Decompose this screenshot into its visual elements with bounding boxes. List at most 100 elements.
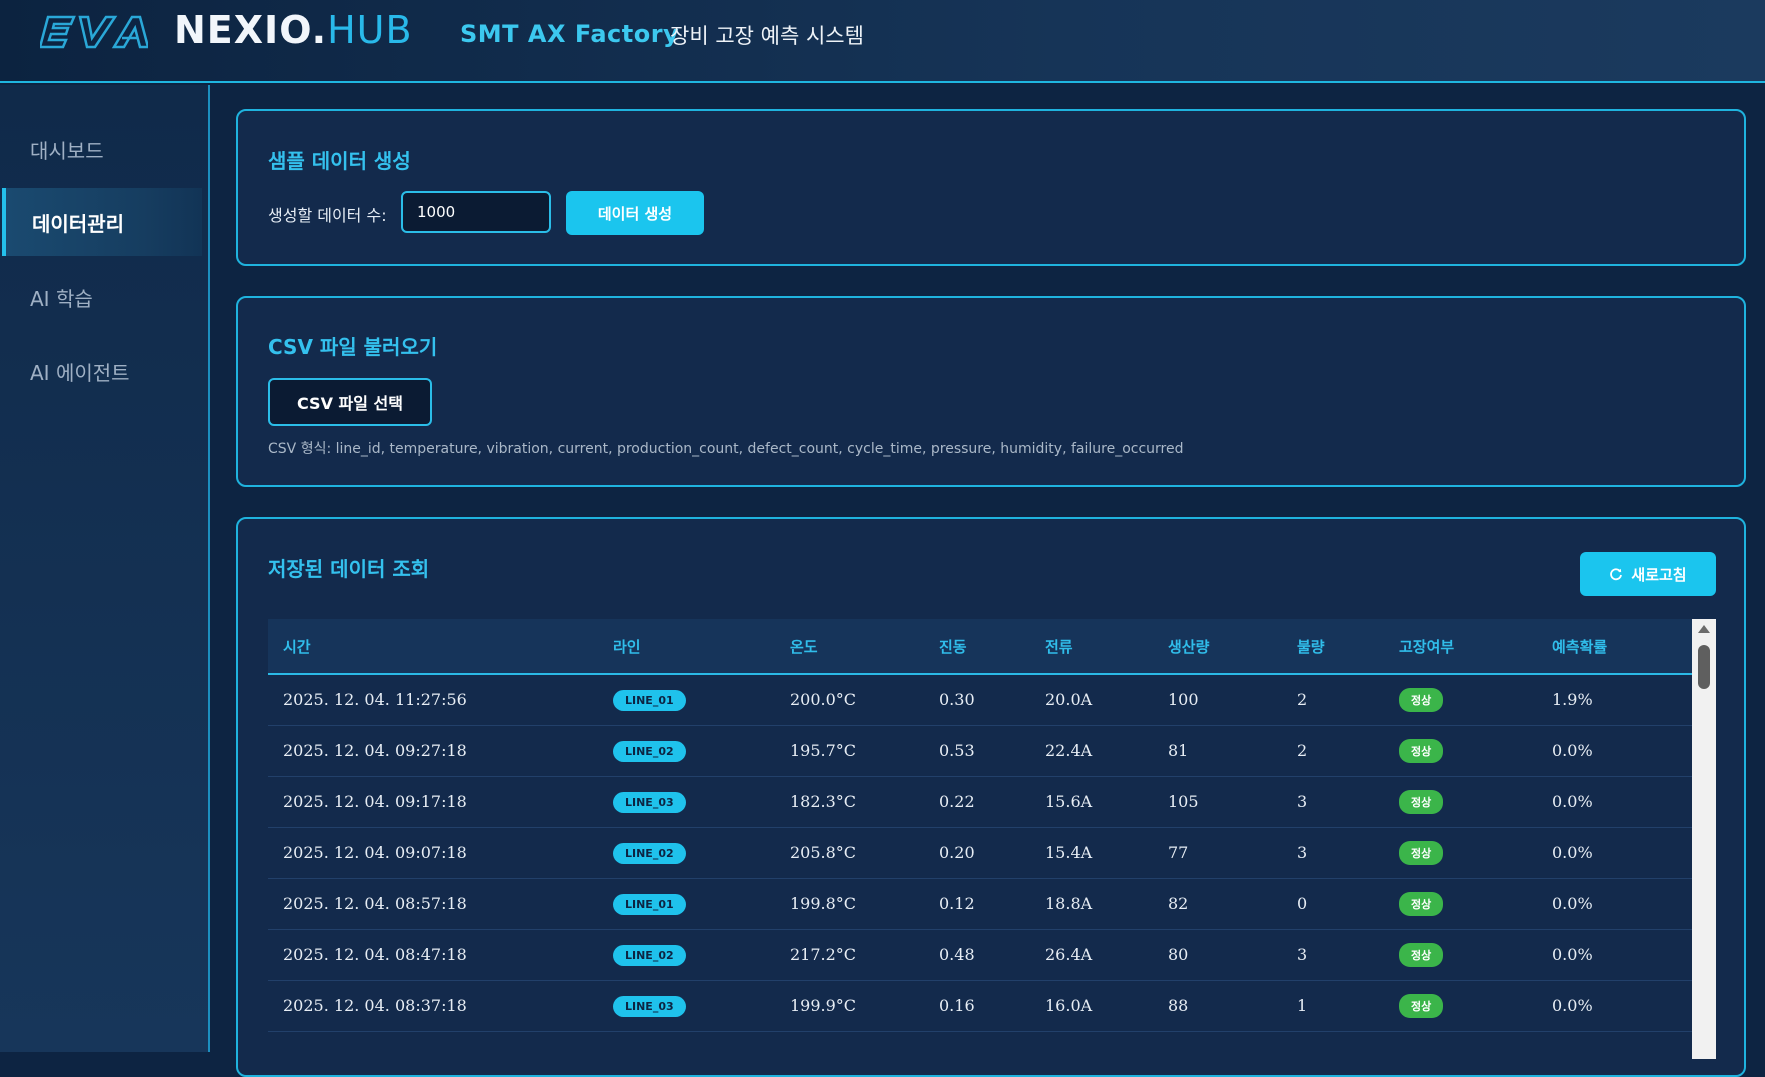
- cell-production: 100: [1153, 674, 1282, 726]
- sidebar: 대시보드 데이터관리 AI 학습 AI 에이전트: [0, 85, 210, 1052]
- cell-temperature: 182.3°C: [775, 776, 924, 828]
- stored-data-title: 저장된 데이터 조회: [268, 557, 430, 581]
- line-badge: LINE_03: [613, 995, 686, 1017]
- csv-format-hint: CSV 형식: line_id, temperature, vibration,…: [268, 441, 1184, 457]
- status-badge: 정상: [1399, 687, 1444, 712]
- cell-failure: 정상: [1384, 776, 1537, 828]
- column-header-current[interactable]: 전류: [1030, 619, 1153, 675]
- sidebar-item-ai-agent[interactable]: AI 에이전트: [0, 337, 206, 405]
- table-row[interactable]: 2025. 12. 04. 08:37:18 LINE_03 199.9°C 0…: [268, 980, 1692, 1032]
- count-input[interactable]: [401, 191, 551, 233]
- table-row[interactable]: 2025. 12. 04. 09:27:18 LINE_02 195.7°C 0…: [268, 725, 1692, 777]
- sidebar-item-data-management[interactable]: 데이터관리: [2, 188, 202, 256]
- status-badge: 정상: [1399, 993, 1444, 1018]
- column-header-line[interactable]: 라인: [598, 619, 775, 675]
- csv-select-button[interactable]: CSV 파일 선택: [268, 378, 432, 426]
- cell-defect: 2: [1282, 674, 1384, 726]
- cell-current: 18.8A: [1030, 878, 1153, 930]
- cell-failure: 정상: [1384, 929, 1537, 981]
- line-badge: LINE_02: [613, 740, 686, 762]
- cell-current: 22.4A: [1030, 725, 1153, 777]
- data-table: 시간 라인 온도 진동 전류 생산량 불량 고장여부 예측확률 2025. 12…: [268, 619, 1692, 1032]
- table-row[interactable]: 2025. 12. 04. 11:27:56 LINE_01 200.0°C 0…: [268, 674, 1692, 726]
- csv-import-title: CSV 파일 불러오기: [268, 335, 438, 359]
- sample-data-card: 샘플 데이터 생성 생성할 데이터 수: 데이터 생성: [236, 109, 1746, 266]
- status-badge: 정상: [1399, 738, 1444, 763]
- cell-temperature: 199.9°C: [775, 980, 924, 1032]
- factory-name: SMT AX Factory: [460, 20, 680, 48]
- table-header-row: 시간 라인 온도 진동 전류 생산량 불량 고장여부 예측확률: [268, 619, 1692, 675]
- table-row[interactable]: 2025. 12. 04. 08:47:18 LINE_02 217.2°C 0…: [268, 929, 1692, 981]
- cell-failure: 정상: [1384, 725, 1537, 777]
- cell-current: 20.0A: [1030, 674, 1153, 726]
- refresh-button[interactable]: 새로고침: [1580, 552, 1716, 596]
- cell-probability: 0.0%: [1537, 776, 1692, 828]
- cell-production: 81: [1153, 725, 1282, 777]
- table-row[interactable]: 2025. 12. 04. 09:17:18 LINE_03 182.3°C 0…: [268, 776, 1692, 828]
- cell-probability: 0.0%: [1537, 878, 1692, 930]
- cell-temperature: 195.7°C: [775, 725, 924, 777]
- brand-logo: NEXIO.HUB: [174, 8, 413, 52]
- status-badge: 정상: [1399, 840, 1444, 865]
- cell-failure: 정상: [1384, 827, 1537, 879]
- cell-vibration: 0.53: [924, 725, 1030, 777]
- column-header-vibration[interactable]: 진동: [924, 619, 1030, 675]
- scroll-thumb[interactable]: [1698, 645, 1710, 689]
- column-header-failure[interactable]: 고장여부: [1384, 619, 1537, 675]
- table-row[interactable]: 2025. 12. 04. 09:07:18 LINE_02 205.8°C 0…: [268, 827, 1692, 879]
- column-header-defect[interactable]: 불량: [1282, 619, 1384, 675]
- refresh-icon: [1610, 568, 1623, 581]
- sidebar-item-label: 데이터관리: [32, 211, 124, 236]
- line-badge: LINE_01: [613, 893, 686, 915]
- cell-time: 2025. 12. 04. 11:27:56: [268, 674, 598, 726]
- sidebar-item-label: AI 에이전트: [30, 360, 130, 385]
- cell-probability: 1.9%: [1537, 674, 1692, 726]
- column-header-temperature[interactable]: 온도: [775, 619, 924, 675]
- sidebar-item-ai-training[interactable]: AI 학습: [0, 263, 206, 331]
- cell-line: LINE_02: [598, 827, 775, 879]
- count-label: 생성할 데이터 수:: [268, 206, 387, 225]
- app-header: NEXIO.HUB SMT AX Factory 장비 고장 예측 시스템: [0, 0, 1765, 83]
- cell-production: 88: [1153, 980, 1282, 1032]
- line-badge: LINE_02: [613, 944, 686, 966]
- cell-production: 82: [1153, 878, 1282, 930]
- cell-temperature: 200.0°C: [775, 674, 924, 726]
- scroll-up-arrow-icon[interactable]: [1698, 625, 1710, 633]
- cell-line: LINE_03: [598, 776, 775, 828]
- cell-line: LINE_03: [598, 980, 775, 1032]
- cell-failure: 정상: [1384, 980, 1537, 1032]
- generate-data-button[interactable]: 데이터 생성: [566, 191, 704, 235]
- status-badge: 정상: [1399, 891, 1444, 916]
- cell-time: 2025. 12. 04. 09:27:18: [268, 725, 598, 777]
- sidebar-item-label: AI 학습: [30, 286, 93, 311]
- sidebar-item-dashboard[interactable]: 대시보드: [0, 115, 206, 183]
- data-table-container: 시간 라인 온도 진동 전류 생산량 불량 고장여부 예측확률 2025. 12…: [268, 619, 1692, 1059]
- cell-time: 2025. 12. 04. 08:47:18: [268, 929, 598, 981]
- cell-vibration: 0.20: [924, 827, 1030, 879]
- cell-vibration: 0.48: [924, 929, 1030, 981]
- cell-defect: 3: [1282, 929, 1384, 981]
- line-badge: LINE_01: [613, 689, 686, 711]
- sidebar-item-label: 대시보드: [30, 138, 104, 163]
- cell-vibration: 0.30: [924, 674, 1030, 726]
- cell-probability: 0.0%: [1537, 827, 1692, 879]
- refresh-label: 새로고침: [1631, 565, 1687, 584]
- table-row[interactable]: 2025. 12. 04. 08:57:18 LINE_01 199.8°C 0…: [268, 878, 1692, 930]
- column-header-probability[interactable]: 예측확률: [1537, 619, 1692, 675]
- cell-line: LINE_01: [598, 674, 775, 726]
- column-header-time[interactable]: 시간: [268, 619, 598, 675]
- cell-defect: 1: [1282, 980, 1384, 1032]
- cell-line: LINE_02: [598, 725, 775, 777]
- status-badge: 정상: [1399, 942, 1444, 967]
- cell-current: 15.4A: [1030, 827, 1153, 879]
- cell-current: 26.4A: [1030, 929, 1153, 981]
- column-header-production[interactable]: 생산량: [1153, 619, 1282, 675]
- status-badge: 정상: [1399, 789, 1444, 814]
- table-scrollbar[interactable]: [1692, 619, 1716, 1059]
- system-title: 장비 고장 예측 시스템: [670, 24, 864, 48]
- cell-probability: 0.0%: [1537, 929, 1692, 981]
- cell-failure: 정상: [1384, 674, 1537, 726]
- cell-vibration: 0.12: [924, 878, 1030, 930]
- cell-probability: 0.0%: [1537, 980, 1692, 1032]
- cell-time: 2025. 12. 04. 08:37:18: [268, 980, 598, 1032]
